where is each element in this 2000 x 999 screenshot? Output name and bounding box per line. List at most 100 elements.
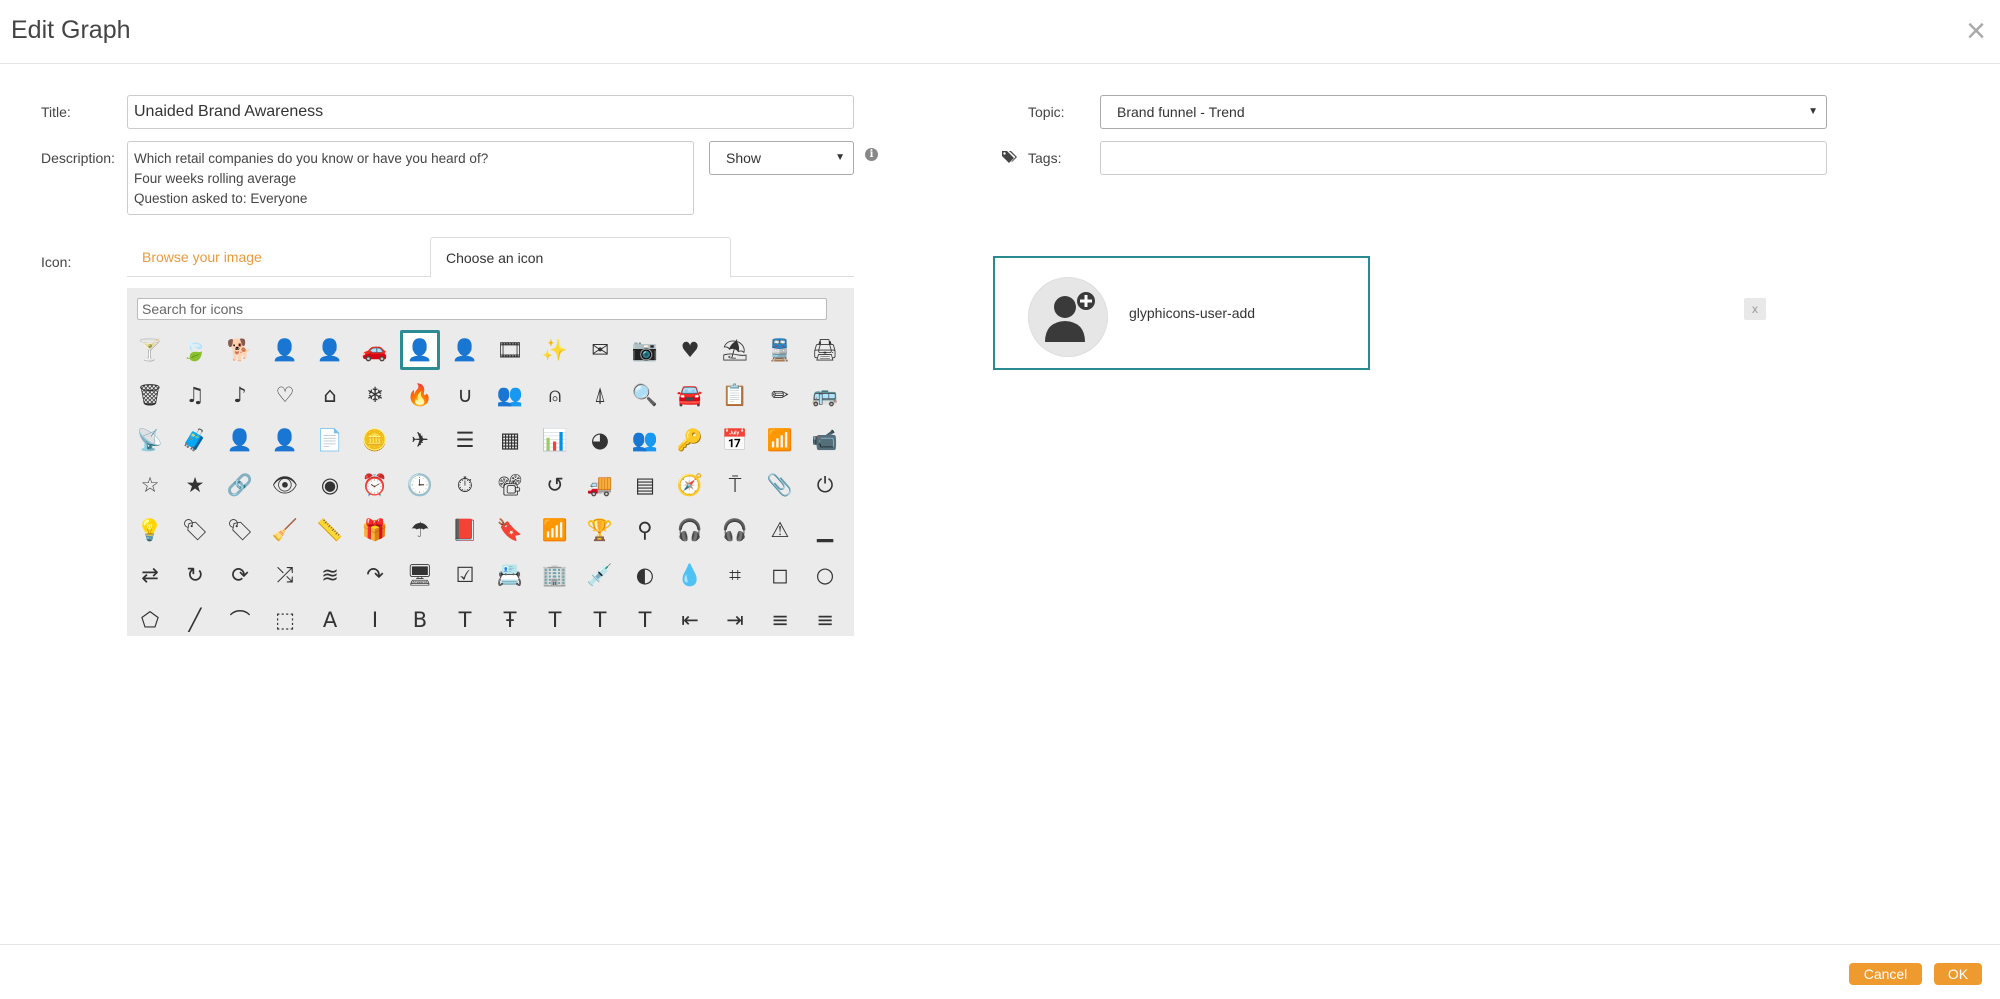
cup-icon[interactable]: 🏆	[580, 510, 620, 550]
bookmark-icon[interactable]: 🔖	[490, 510, 530, 550]
heat-icon[interactable]: ≋	[310, 555, 350, 595]
group-icon[interactable]: 👥	[625, 420, 665, 460]
vector-path-curve-icon[interactable]: ⌒	[220, 600, 260, 640]
tags-icon[interactable]: 🏷	[220, 510, 260, 550]
keys-icon[interactable]: 🔑	[670, 420, 710, 460]
bin-icon[interactable]: 🗑	[130, 375, 170, 415]
refresh-icon[interactable]: ↻	[175, 555, 215, 595]
warning-sign-icon[interactable]: ⚠	[760, 510, 800, 550]
show-select[interactable]: Show ▼	[709, 141, 854, 175]
tags-input[interactable]	[1100, 141, 1827, 175]
projector-icon[interactable]: 📽	[490, 465, 530, 505]
music-icon[interactable]: ♫	[175, 375, 215, 415]
link-icon[interactable]: 🔗	[220, 465, 260, 505]
pie-chart-icon[interactable]: ◕	[580, 420, 620, 460]
stats-icon[interactable]: ▦	[490, 420, 530, 460]
alarm-icon[interactable]: ⏰	[355, 465, 395, 505]
ok-button[interactable]: OK	[1934, 963, 1982, 985]
font-icon[interactable]: A	[310, 600, 350, 640]
parents-icon[interactable]: 👥	[490, 375, 530, 415]
girl-icon[interactable]: 👤	[310, 330, 350, 370]
ruler-icon[interactable]: 📏	[310, 510, 350, 550]
envelope-icon[interactable]: ✉	[580, 330, 620, 370]
headphones-icon[interactable]: 🎧	[670, 510, 710, 550]
vector-path-circle-icon[interactable]: ○	[805, 555, 845, 595]
display-icon[interactable]: 🖥	[400, 555, 440, 595]
note-icon[interactable]: ♪	[220, 375, 260, 415]
car-icon[interactable]: 🚗	[355, 330, 395, 370]
home-icon[interactable]: ⌂	[310, 375, 350, 415]
book-icon[interactable]: 📕	[445, 510, 485, 550]
text-size-icon[interactable]: T	[580, 600, 620, 640]
wifi-alt-icon[interactable]: 📡	[130, 420, 170, 460]
address-book-icon[interactable]: 📇	[490, 555, 530, 595]
cleaning-icon[interactable]: 🧹	[265, 510, 305, 550]
leaf-icon[interactable]: 🍃	[175, 330, 215, 370]
train-icon[interactable]: 🚆	[760, 330, 800, 370]
gift-icon[interactable]: 🎁	[355, 510, 395, 550]
charts-icon[interactable]: 📊	[535, 420, 575, 460]
road-icon[interactable]: ⍋	[580, 375, 620, 415]
close-icon[interactable]: ×	[1966, 14, 1986, 48]
power-icon[interactable]: ⏻	[805, 465, 845, 505]
star-icon[interactable]: ★	[175, 465, 215, 505]
cars-icon[interactable]: 🚘	[670, 375, 710, 415]
calendar-icon[interactable]: 📅	[715, 420, 755, 460]
signal-icon[interactable]: ▁	[805, 510, 845, 550]
stroller-icon[interactable]: ⚲	[625, 510, 665, 550]
headset-icon[interactable]: 🎧	[715, 510, 755, 550]
align-left-icon[interactable]: ≡	[760, 600, 800, 640]
snowflake-icon[interactable]: ❄	[355, 375, 395, 415]
file-icon[interactable]: 📄	[310, 420, 350, 460]
right-indent-icon[interactable]: ⇥	[715, 600, 755, 640]
film-icon[interactable]: 🎞	[490, 330, 530, 370]
stopwatch-icon[interactable]: ⏱	[445, 465, 485, 505]
camera-small-icon[interactable]: 📹	[805, 420, 845, 460]
tint-icon[interactable]: 💧	[670, 555, 710, 595]
old-man-icon[interactable]: 👤	[220, 420, 260, 460]
airplane-icon[interactable]: ✈	[400, 420, 440, 460]
coins-icon[interactable]: 🪙	[355, 420, 395, 460]
retweet-icon[interactable]: ⇄	[130, 555, 170, 595]
keynote-icon[interactable]: ⍑	[715, 465, 755, 505]
crop-icon[interactable]: ⌗	[715, 555, 755, 595]
notes-icon[interactable]: 📋	[715, 375, 755, 415]
magnet-icon[interactable]: ∪	[445, 375, 485, 415]
text-height-icon[interactable]: T	[535, 600, 575, 640]
icon-search-input[interactable]: Search for icons	[137, 298, 827, 320]
eye-open-icon[interactable]: 👁	[265, 465, 305, 505]
magic-icon[interactable]: ✨	[535, 330, 575, 370]
heart-icon[interactable]: ♥	[670, 330, 710, 370]
luggage-icon[interactable]: 🧳	[175, 420, 215, 460]
left-indent-icon[interactable]: ⇤	[670, 600, 710, 640]
truck-icon[interactable]: 🚚	[580, 465, 620, 505]
align-center-icon[interactable]: ≡	[805, 600, 845, 640]
history-icon[interactable]: ↺	[535, 465, 575, 505]
text-strike-icon[interactable]: Ŧ	[490, 600, 530, 640]
notes-2-icon[interactable]: ☰	[445, 420, 485, 460]
title-input[interactable]: Unaided Brand Awareness	[127, 95, 854, 129]
print-icon[interactable]: 🖨	[805, 330, 845, 370]
compass-icon[interactable]: 🧭	[670, 465, 710, 505]
search-icon[interactable]: 🔍	[625, 375, 665, 415]
eye-close-icon[interactable]: ◉	[310, 465, 350, 505]
umbrella-icon[interactable]: ☂	[400, 510, 440, 550]
camera-icon[interactable]: 📷	[625, 330, 665, 370]
user-icon[interactable]: 👤	[265, 330, 305, 370]
vector-path-square-icon[interactable]: ◻	[760, 555, 800, 595]
description-textarea[interactable]: Which retail companies do you know or ha…	[127, 141, 694, 215]
text-resize-icon[interactable]: T	[625, 600, 665, 640]
binoculars-icon[interactable]: ⍝	[535, 375, 575, 415]
clear-icon-button[interactable]: x	[1744, 298, 1766, 320]
building-icon[interactable]: 🏢	[535, 555, 575, 595]
user-remove-icon[interactable]: 👤	[445, 330, 485, 370]
random-icon[interactable]: ⤮	[265, 555, 305, 595]
lightbulb-icon[interactable]: 💡	[130, 510, 170, 550]
paperclip-icon[interactable]: 📎	[760, 465, 800, 505]
bold-icon[interactable]: B	[400, 600, 440, 640]
glass-icon[interactable]: 🍸	[130, 330, 170, 370]
vector-path-polygon-icon[interactable]: ⬠	[130, 600, 170, 640]
user-add-icon[interactable]: 👤	[400, 330, 440, 370]
wifi-icon[interactable]: 📶	[535, 510, 575, 550]
adjust-icon[interactable]: ◐	[625, 555, 665, 595]
